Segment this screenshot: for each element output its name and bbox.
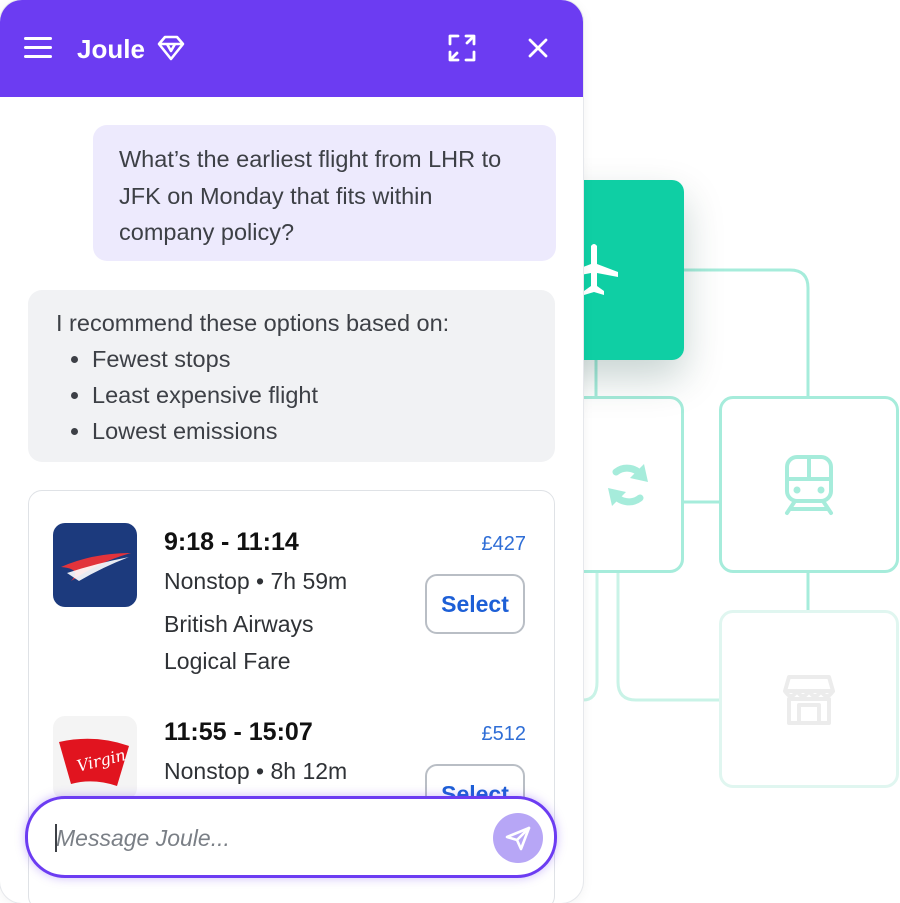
flight-option: 9:18 - 11:14 Nonstop • 7h 59m British Ai… [29,491,554,711]
text-cursor [55,824,57,852]
train-tile [719,396,899,573]
criteria-list: Fewest stops Least expensive flight Lowe… [56,341,527,449]
flight-time: 9:18 - 11:14 [164,528,299,556]
list-item: Lowest emissions [92,413,527,449]
user-message: What’s the earliest flight from LHR to J… [93,125,556,261]
airline-name: British Airways [164,611,314,637]
assistant-title: Joule [77,34,145,64]
menu-icon[interactable] [24,37,52,59]
flight-time: 11:55 - 15:07 [164,718,313,746]
send-icon [505,826,531,851]
fare-type: Logical Fare [164,648,291,674]
flight-price: £512 [481,723,527,745]
expand-icon[interactable] [447,33,477,63]
flight-price: £427 [481,533,527,555]
refresh-icon [607,463,648,506]
flight-stops-duration: Nonstop • 8h 12m [164,758,348,784]
store-icon [783,675,835,725]
diamond-icon [157,35,185,61]
store-tile [719,610,899,788]
ba-speedmarque [61,553,131,581]
list-item: Least expensive flight [92,377,527,413]
select-flight-button[interactable]: Select [425,574,525,634]
send-button[interactable] [493,813,543,863]
close-icon[interactable] [526,36,550,60]
assistant-message: I recommend these options based on: Fewe… [28,290,555,462]
list-item: Fewest stops [92,341,527,377]
message-composer [25,796,557,878]
train-icon [785,454,833,515]
virgin-logo-mark: Virgin [59,738,129,786]
joule-chat-panel: Joule What’s the earliest flight from LH… [0,0,583,903]
chat-header: Joule [0,0,583,97]
assistant-intro: I recommend these options based on: [56,310,450,336]
virgin-atlantic-logo: Virgin [53,716,137,800]
british-airways-logo [53,523,137,607]
message-input[interactable] [54,813,478,863]
flight-stops-duration: Nonstop • 7h 59m [164,568,348,594]
